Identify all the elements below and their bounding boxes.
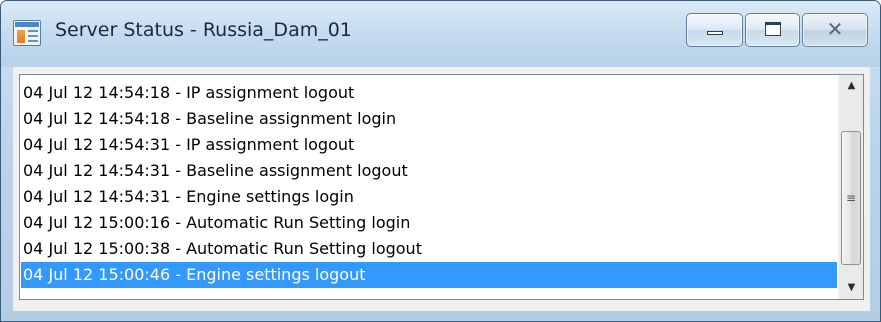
window-title: Server Status - Russia_Dam_01: [55, 19, 352, 41]
minimize-button[interactable]: [686, 13, 743, 47]
list-item[interactable]: 04 Jul 12 15:00:16 - Automatic Run Setti…: [21, 210, 837, 236]
list-item[interactable]: 04 Jul 12 14:54:31 - IP assignment logou…: [21, 132, 837, 158]
status-log-rows: 04 Jul 12 14:54:18 - IP assignment logou…: [21, 80, 837, 288]
application-window-icon[interactable]: [13, 20, 41, 46]
list-item[interactable]: 04 Jul 12 15:00:38 - Automatic Run Setti…: [21, 236, 837, 262]
list-item[interactable]: 04 Jul 12 14:54:18 - IP assignment logou…: [21, 80, 837, 106]
close-icon: ✕: [826, 17, 844, 41]
scroll-down-button[interactable]: ▼: [839, 277, 863, 299]
scroll-down-icon: ▼: [847, 282, 856, 293]
server-status-window: Server Status - Russia_Dam_01 ✕ 04 Jul 1…: [0, 0, 881, 322]
window-client-area: 04 Jul 12 14:54:18 - IP assignment logou…: [13, 67, 870, 311]
scrollbar-thumb[interactable]: ≡: [841, 131, 861, 265]
scroll-up-icon: ▲: [847, 80, 856, 91]
maximize-button[interactable]: [745, 13, 800, 47]
list-item[interactable]: 04 Jul 12 14:54:31 - Engine settings log…: [21, 184, 837, 210]
list-item[interactable]: 04 Jul 12 14:54:18 - Baseline assignment…: [21, 106, 837, 132]
status-log-list[interactable]: 04 Jul 12 14:54:18 - IP assignment logou…: [19, 74, 864, 300]
list-item-selected[interactable]: 04 Jul 12 15:00:46 - Engine settings log…: [21, 262, 837, 288]
minimize-icon: [707, 31, 723, 35]
scroll-up-button[interactable]: ▲: [839, 75, 863, 97]
list-item[interactable]: 04 Jul 12 14:54:31 - Baseline assignment…: [21, 158, 837, 184]
vertical-scrollbar[interactable]: ▲ ≡ ▼: [838, 75, 863, 299]
close-button[interactable]: ✕: [802, 13, 868, 47]
maximize-icon: [765, 22, 781, 36]
title-bar[interactable]: Server Status - Russia_Dam_01 ✕: [1, 1, 880, 67]
scrollbar-grip-icon: ≡: [845, 191, 857, 205]
